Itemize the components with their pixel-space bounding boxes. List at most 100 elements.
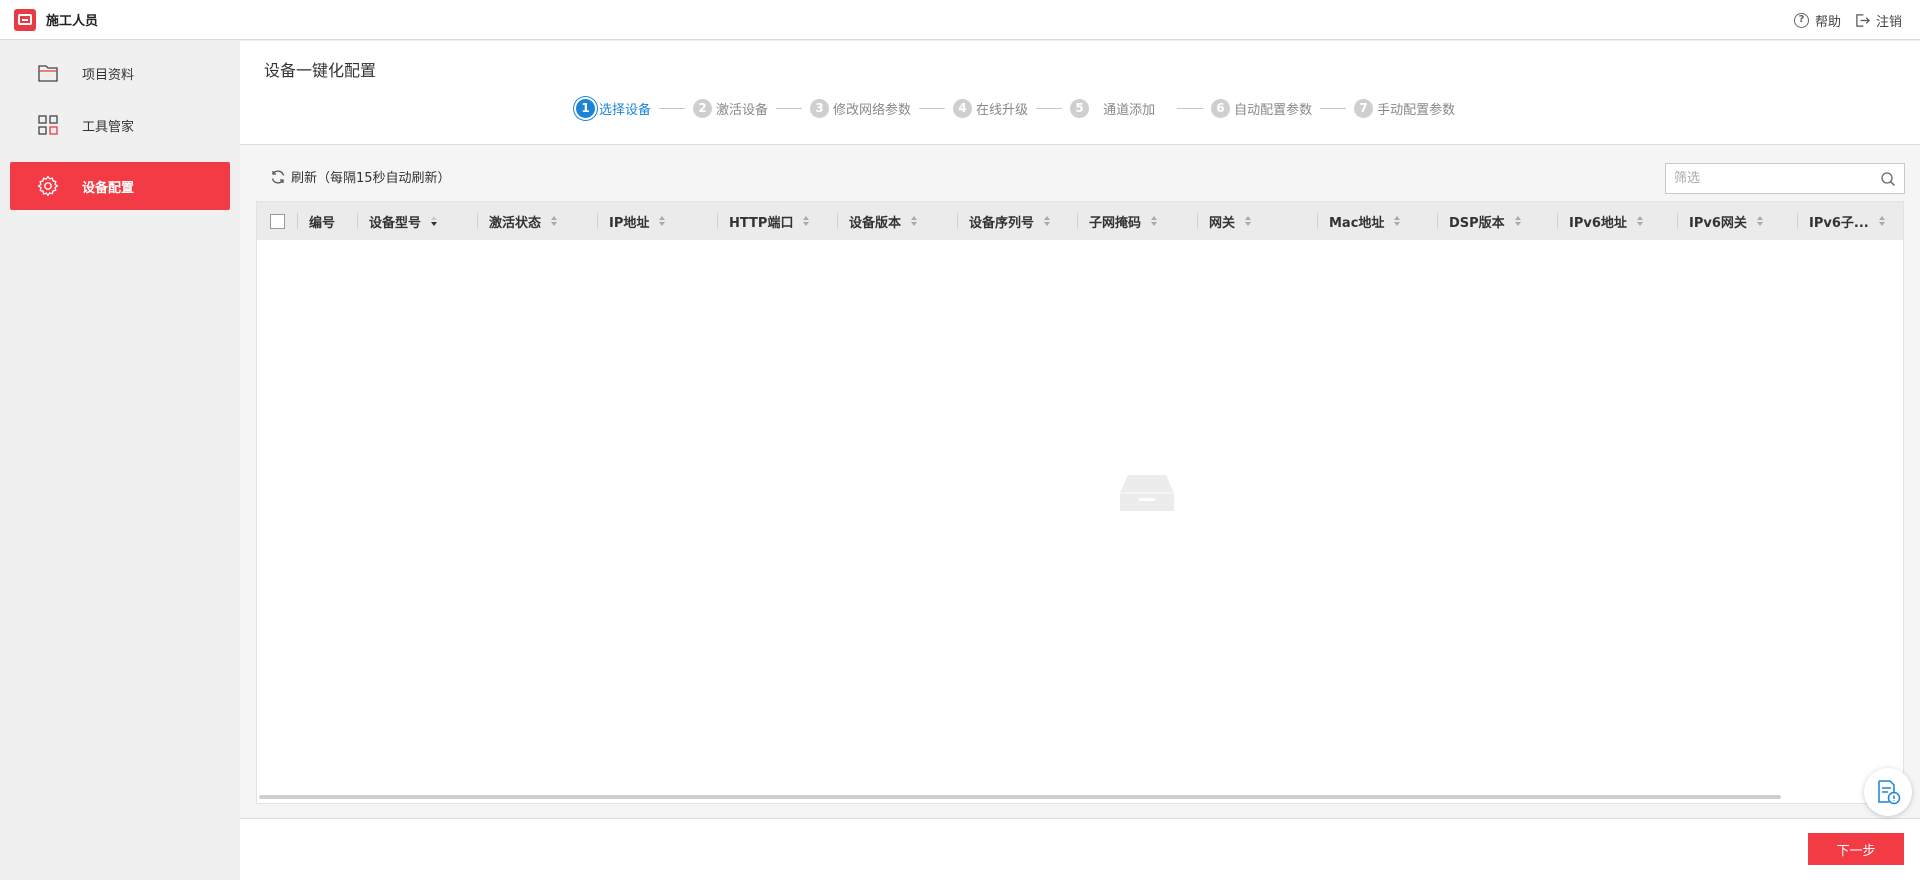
select-all-checkbox[interactable] <box>269 213 285 229</box>
step-connector <box>1320 107 1347 109</box>
step-label: 选择设备 <box>599 102 652 118</box>
sort-icon <box>911 216 918 226</box>
step-connector <box>776 107 803 109</box>
step-number: 5 <box>1070 98 1090 118</box>
column-label: 子网掩码 <box>1089 215 1142 231</box>
next-step-button[interactable]: 下一步 <box>1808 833 1904 865</box>
logout-button[interactable]: 注销 <box>1855 11 1902 30</box>
sort-icon <box>1245 216 1252 226</box>
step-number: 4 <box>953 98 973 118</box>
sidebar: 项目资料 工具管家 设备配置 <box>0 41 240 880</box>
step-modify-network: 3 修改网络参数 <box>810 98 912 118</box>
sort-icon <box>659 216 666 226</box>
sort-icon <box>1151 216 1158 226</box>
column-header-subnet-mask[interactable]: 子网掩码 <box>1077 202 1197 240</box>
sort-icon <box>1394 216 1401 226</box>
column-label: IPv6网关 <box>1689 215 1747 231</box>
column-label: 设备序列号 <box>969 215 1035 231</box>
footer-bar: 下一步 <box>240 818 1920 880</box>
step-label: 手动配置参数 <box>1377 102 1456 118</box>
filter-input[interactable] <box>1666 164 1866 193</box>
refresh-label: 刷新（每隔15秒自动刷新） <box>291 171 451 186</box>
step-label: 自动配置参数 <box>1234 102 1313 118</box>
column-header-mac-address[interactable]: Mac地址 <box>1317 202 1437 240</box>
step-number: 3 <box>810 98 830 118</box>
step-connector <box>1177 107 1204 109</box>
step-connector <box>1036 107 1063 109</box>
sidebar-item-label: 设备配置 <box>82 180 135 196</box>
column-header-ipv6-prefix[interactable]: IPv6子... <box>1797 202 1903 240</box>
refresh-icon <box>271 169 285 184</box>
sort-icon <box>1636 216 1643 226</box>
column-label: 激活状态 <box>489 215 542 231</box>
sort-icon <box>1756 216 1763 226</box>
step-channel-add: 5 通道添加 <box>1070 98 1169 118</box>
sidebar-item-tool-manager[interactable]: 工具管家 <box>10 101 230 149</box>
step-auto-config: 6 自动配置参数 <box>1211 98 1313 118</box>
column-header-serial-number[interactable]: 设备序列号 <box>957 202 1077 240</box>
sidebar-item-project-info[interactable]: 项目资料 <box>10 49 230 97</box>
column-header-dsp-version[interactable]: DSP版本 <box>1437 202 1557 240</box>
floating-document-info-button[interactable] <box>1864 768 1912 816</box>
column-header-http-port[interactable]: HTTP端口 <box>717 202 837 240</box>
empty-tray-icon <box>1120 475 1174 511</box>
step-connector <box>919 107 946 109</box>
column-label: Mac地址 <box>1329 215 1385 231</box>
column-header-device-version[interactable]: 设备版本 <box>837 202 957 240</box>
column-label: 编号 <box>309 215 336 231</box>
main-panel: 设备一键化配置 1 选择设备 2 激活设备 3 修改网络参数 4 在线升级 5 … <box>240 41 1920 880</box>
column-label: HTTP端口 <box>729 215 794 231</box>
page-title: 设备一键化配置 <box>264 61 377 80</box>
sort-icon <box>1044 216 1051 226</box>
step-number: 1 <box>576 98 595 118</box>
column-label: 设备版本 <box>849 215 902 231</box>
sort-icon <box>803 216 810 226</box>
column-header-gateway[interactable]: 网关 <box>1197 202 1317 240</box>
column-header-ipv6-address[interactable]: IPv6地址 <box>1557 202 1677 240</box>
gear-icon <box>37 175 59 197</box>
logout-label: 注销 <box>1875 14 1902 30</box>
column-label: IP地址 <box>609 215 650 231</box>
column-label: 设备型号 <box>369 215 422 231</box>
sidebar-item-label: 工具管家 <box>82 119 135 135</box>
sort-icon <box>1514 216 1521 226</box>
step-select-device: 1 选择设备 <box>576 98 652 118</box>
help-icon: ? <box>1793 12 1809 28</box>
step-number: 2 <box>693 98 713 118</box>
folder-icon <box>38 65 58 82</box>
step-label: 通道添加 <box>1103 102 1156 118</box>
step-number: 6 <box>1211 98 1231 118</box>
column-label: 网关 <box>1209 215 1236 231</box>
select-all-cell <box>257 202 297 240</box>
app-logo-icon <box>14 8 36 31</box>
table-header: 编号 设备型号 激活状态 IP地址 HTTP端口 设备版本 设备序列号 子网掩码… <box>257 202 1903 240</box>
help-button[interactable]: ? 帮助 <box>1793 11 1841 30</box>
column-header-device-model[interactable]: 设备型号 <box>357 202 477 240</box>
help-label: 帮助 <box>1814 14 1841 30</box>
column-header-ip-address[interactable]: IP地址 <box>597 202 717 240</box>
logout-icon <box>1856 13 1870 27</box>
step-manual-config: 7 手动配置参数 <box>1354 98 1456 118</box>
step-label: 在线升级 <box>976 102 1029 118</box>
step-label: 激活设备 <box>716 102 769 118</box>
column-header-number[interactable]: 编号 <box>297 202 357 240</box>
step-online-upgrade: 4 在线升级 <box>953 98 1029 118</box>
step-wizard: 1 选择设备 2 激活设备 3 修改网络参数 4 在线升级 5 通道添加 6 自… <box>576 97 1455 119</box>
column-label: IPv6子... <box>1809 215 1869 231</box>
sort-icon <box>551 216 558 226</box>
filter-box <box>1665 163 1905 194</box>
column-label: DSP版本 <box>1449 215 1505 231</box>
column-label: IPv6地址 <box>1569 215 1627 231</box>
grid-icon <box>38 115 58 135</box>
sort-icon <box>1878 216 1885 226</box>
document-info-icon <box>1878 780 1901 805</box>
horizontal-scrollbar[interactable] <box>259 795 1781 799</box>
search-icon[interactable] <box>1880 171 1896 187</box>
refresh-button[interactable]: 刷新（每隔15秒自动刷新） <box>270 167 451 186</box>
column-header-ipv6-gateway[interactable]: IPv6网关 <box>1677 202 1797 240</box>
step-activate-device: 2 激活设备 <box>693 98 769 118</box>
step-label: 修改网络参数 <box>833 102 912 118</box>
column-header-activation-status[interactable]: 激活状态 <box>477 202 597 240</box>
device-list-area: 刷新（每隔15秒自动刷新） 编号 设备型号 <box>240 145 1920 818</box>
sidebar-item-device-config[interactable]: 设备配置 <box>10 162 230 210</box>
